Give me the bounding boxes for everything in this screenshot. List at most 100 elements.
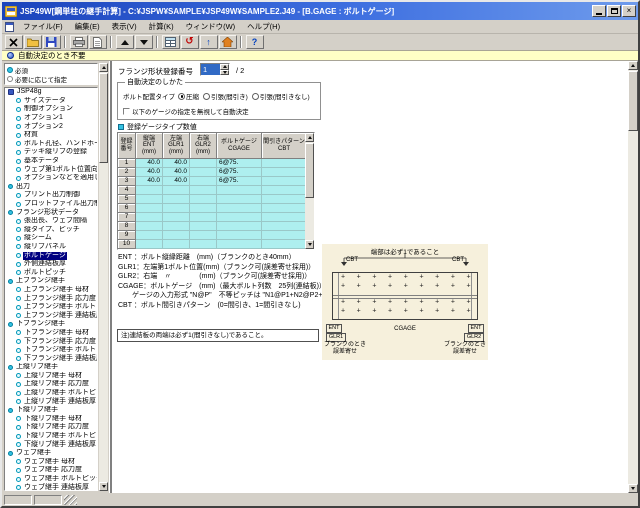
glr1-cell[interactable]: 40.0 xyxy=(163,168,190,177)
glr2-cell[interactable] xyxy=(190,186,217,195)
cbt-cell[interactable] xyxy=(262,168,307,177)
tree-item[interactable]: ウェブ継手 母材 xyxy=(5,458,97,467)
bolt-layout-radio[interactable]: 引張(間引き) xyxy=(203,91,248,101)
glr1-cell[interactable] xyxy=(163,195,190,204)
cbt-cell[interactable] xyxy=(262,159,307,168)
cbt-cell[interactable] xyxy=(262,177,307,186)
tree-item[interactable]: JSP48g xyxy=(5,88,97,97)
tree-item[interactable]: 下縦リブ継手 母材 xyxy=(5,415,97,424)
scroll-up-button[interactable] xyxy=(305,133,314,142)
ignore-gauge-checkbox[interactable] xyxy=(123,108,130,115)
tree-item[interactable]: オプション2 xyxy=(5,122,97,131)
home-button[interactable] xyxy=(219,35,237,49)
glr2-cell[interactable] xyxy=(190,168,217,177)
glr2-cell[interactable] xyxy=(190,177,217,186)
close-button[interactable]: × xyxy=(622,5,636,17)
print-button[interactable] xyxy=(70,35,88,49)
tree-item[interactable]: 下縦リブ継手 xyxy=(5,406,97,415)
tree-item[interactable]: 上フランジ継手 応力度 xyxy=(5,294,97,303)
cgage-cell[interactable] xyxy=(217,213,262,222)
register-number-spinner[interactable]: 1 xyxy=(200,63,230,76)
close-file-button[interactable] xyxy=(5,35,23,49)
register-number-value[interactable]: 1 xyxy=(201,64,220,75)
cgage-cell[interactable]: 6@75. xyxy=(217,159,262,168)
tree-item[interactable]: 上フランジ継手 xyxy=(5,277,97,286)
ent-cell[interactable]: 40.0 xyxy=(136,168,163,177)
tree-item[interactable]: 外側連結板厚 xyxy=(5,260,97,269)
tree-item[interactable]: 下フランジ継手 ボルトピッチ xyxy=(5,346,97,355)
menu-item[interactable]: ウィンドウ(W) xyxy=(180,19,242,34)
menu-item[interactable]: 計算(K) xyxy=(143,19,180,34)
open-file-button[interactable] xyxy=(24,35,42,49)
cgage-cell[interactable]: 6@75. xyxy=(217,177,262,186)
scroll-thumb[interactable] xyxy=(305,143,314,198)
glr1-cell[interactable]: 40.0 xyxy=(163,159,190,168)
glr2-cell[interactable] xyxy=(190,240,217,249)
tree-item[interactable]: 上縦リブ継手 xyxy=(5,363,97,372)
scroll-thumb[interactable] xyxy=(99,73,108,163)
next-page-button[interactable] xyxy=(135,35,153,49)
menu-item[interactable]: 編集(E) xyxy=(69,19,106,34)
resize-grip[interactable] xyxy=(64,495,77,505)
scroll-down-button[interactable] xyxy=(99,482,108,491)
tree-item[interactable]: 下フランジ継手 xyxy=(5,320,97,329)
tree-item[interactable]: 下縦リブ継手 ボルトピッチ xyxy=(5,432,97,441)
cgage-cell[interactable] xyxy=(217,222,262,231)
menu-item[interactable]: ヘルプ(H) xyxy=(241,19,286,34)
tree-item[interactable]: ウェブ継手 xyxy=(5,449,97,458)
tree-item[interactable]: 下縦リブ継手 連結板厚 xyxy=(5,440,97,449)
cbt-cell[interactable] xyxy=(262,222,307,231)
ent-cell[interactable] xyxy=(136,186,163,195)
glr1-cell[interactable] xyxy=(163,222,190,231)
maximize-button[interactable] xyxy=(607,5,621,17)
minimize-button[interactable] xyxy=(592,5,606,17)
ent-cell[interactable] xyxy=(136,195,163,204)
output-button[interactable]: ↑ xyxy=(200,35,218,49)
tree-item[interactable]: 下縦リブ継手 応力度 xyxy=(5,423,97,432)
tree-item[interactable]: 上フランジ継手 ボルトピッチ xyxy=(5,303,97,312)
tree-item[interactable]: 縦タイプ、ピッチ xyxy=(5,226,97,235)
tree-item[interactable]: 上フランジ継手 母材 xyxy=(5,286,97,295)
glr2-cell[interactable] xyxy=(190,213,217,222)
spreadsheet-button[interactable] xyxy=(162,35,180,49)
scroll-down-button[interactable] xyxy=(628,484,638,493)
glr1-cell[interactable] xyxy=(163,231,190,240)
tree-item[interactable]: ボルト孔径、ハンドホール径 xyxy=(5,140,97,149)
tree-item[interactable]: サイズデータ xyxy=(5,97,97,106)
scroll-up-button[interactable] xyxy=(99,63,108,72)
glr2-cell[interactable] xyxy=(190,195,217,204)
bolt-layout-radio[interactable]: 引張(間引きなし) xyxy=(252,91,310,101)
tree-item[interactable]: 出力 xyxy=(5,183,97,192)
tree-item[interactable]: オプション1 xyxy=(5,114,97,123)
tree-item[interactable]: 上縦リブ継手 ボルトピッチ xyxy=(5,389,97,398)
cgage-cell[interactable]: 6@75. xyxy=(217,168,262,177)
cbt-cell[interactable] xyxy=(262,231,307,240)
glr2-cell[interactable] xyxy=(190,231,217,240)
tree-item[interactable]: 下フランジ継手 連結板厚 xyxy=(5,354,97,363)
scroll-down-button[interactable] xyxy=(305,240,314,249)
ent-cell[interactable]: 40.0 xyxy=(136,177,163,186)
tree-item[interactable]: 上縦リブ継手 応力度 xyxy=(5,380,97,389)
bolt-layout-radio[interactable]: 圧縮 xyxy=(178,91,199,101)
tree-item[interactable]: プリント出力制御 xyxy=(5,191,97,200)
ent-cell[interactable] xyxy=(136,240,163,249)
tree-item[interactable]: ウェブ継手 連結板厚 xyxy=(5,483,97,491)
menu-item[interactable]: 表示(V) xyxy=(106,19,143,34)
cgage-cell[interactable] xyxy=(217,231,262,240)
tree-item[interactable]: プロットファイル出力制御 xyxy=(5,200,97,209)
tree-item[interactable]: 縦リブパネル xyxy=(5,243,97,252)
menu-item[interactable]: ファイル(F) xyxy=(17,19,69,34)
glr2-cell[interactable] xyxy=(190,222,217,231)
ent-cell[interactable] xyxy=(136,231,163,240)
cgage-cell[interactable] xyxy=(217,186,262,195)
tree-item[interactable]: ボルトゲージ xyxy=(5,251,97,260)
tree-item[interactable]: デッキ縦リブの登録 xyxy=(5,148,97,157)
glr2-cell[interactable] xyxy=(190,159,217,168)
spinner-down-button[interactable] xyxy=(220,70,229,76)
mdi-child-icon[interactable] xyxy=(5,22,14,32)
tree-item[interactable]: 上縦リブ継手 連結板厚 xyxy=(5,397,97,406)
tree-item[interactable]: 下フランジ継手 母材 xyxy=(5,329,97,338)
cbt-cell[interactable] xyxy=(262,204,307,213)
scroll-up-button[interactable] xyxy=(628,61,638,70)
tree-item[interactable]: ウェブ継手 応力度 xyxy=(5,466,97,475)
